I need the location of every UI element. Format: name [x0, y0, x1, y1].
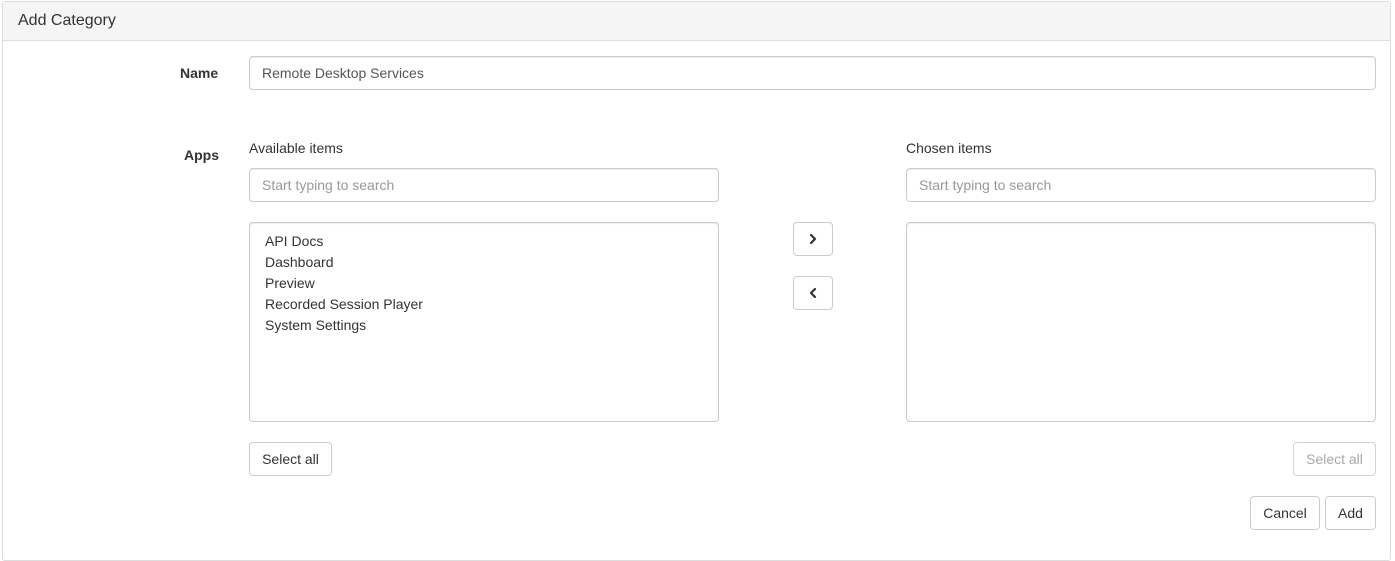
move-right-button[interactable] — [793, 222, 833, 256]
available-search-input[interactable] — [249, 168, 719, 202]
list-item[interactable]: Dashboard — [265, 252, 703, 273]
chevron-right-icon — [808, 233, 818, 245]
panel-heading: Add Category — [3, 2, 1390, 41]
panel-title: Add Category — [18, 12, 116, 29]
move-left-button[interactable] — [793, 276, 833, 310]
chosen-search-input[interactable] — [906, 168, 1376, 202]
list-item[interactable]: Preview — [265, 273, 703, 294]
available-select-all-button[interactable]: Select all — [249, 442, 332, 476]
cancel-button[interactable]: Cancel — [1250, 496, 1320, 530]
list-item[interactable]: API Docs — [265, 231, 703, 252]
available-items-list[interactable]: API Docs Dashboard Preview Recorded Sess… — [249, 222, 719, 422]
chosen-items-list[interactable] — [906, 222, 1376, 422]
name-input[interactable] — [249, 56, 1376, 90]
add-button[interactable]: Add — [1325, 496, 1376, 530]
list-item[interactable]: Recorded Session Player — [265, 294, 703, 315]
chevron-left-icon — [808, 287, 818, 299]
available-items-header: Available items — [249, 140, 343, 156]
chosen-select-all-button[interactable]: Select all — [1293, 442, 1376, 476]
apps-label: Apps — [184, 147, 219, 163]
list-item[interactable]: System Settings — [265, 315, 703, 336]
chosen-items-header: Chosen items — [906, 140, 992, 156]
name-label: Name — [180, 65, 219, 81]
